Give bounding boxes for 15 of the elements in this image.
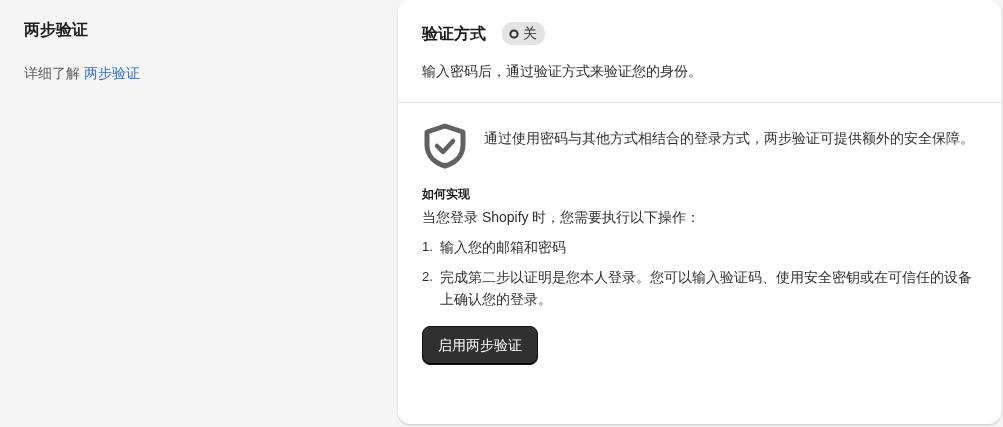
learn-more-text: 详细了解 bbox=[24, 65, 80, 82]
step-number: 2. bbox=[422, 268, 432, 286]
status-badge: 关 bbox=[502, 22, 545, 45]
step-text: 完成第二步以证明是您本人登录。您可以输入验证码、使用安全密钥或在可信任的设备上确认您的登录。 bbox=[440, 268, 973, 309]
card-subtitle: 输入密码后，通过验证方式来验证您的身份。 bbox=[422, 62, 703, 81]
section-title: 两步验证 bbox=[24, 20, 89, 40]
shield-check-icon bbox=[422, 123, 468, 169]
how-heading: 如何实现 bbox=[422, 186, 471, 203]
intro-text: 通过使用密码与其他方式相结合的登录方式，两步验证可提供额外的安全保障。 bbox=[484, 129, 974, 148]
how-text: 当您登录 Shopify 时，您需要执行以下操作： bbox=[422, 208, 702, 227]
learn-more-link[interactable]: 两步验证 bbox=[83, 65, 140, 82]
enable-two-step-button[interactable]: 启用两步验证 bbox=[422, 326, 538, 365]
card-title: 验证方式 bbox=[422, 23, 486, 44]
step-number: 1. bbox=[422, 238, 432, 256]
step-text: 输入您的邮箱和密码 bbox=[440, 238, 566, 257]
